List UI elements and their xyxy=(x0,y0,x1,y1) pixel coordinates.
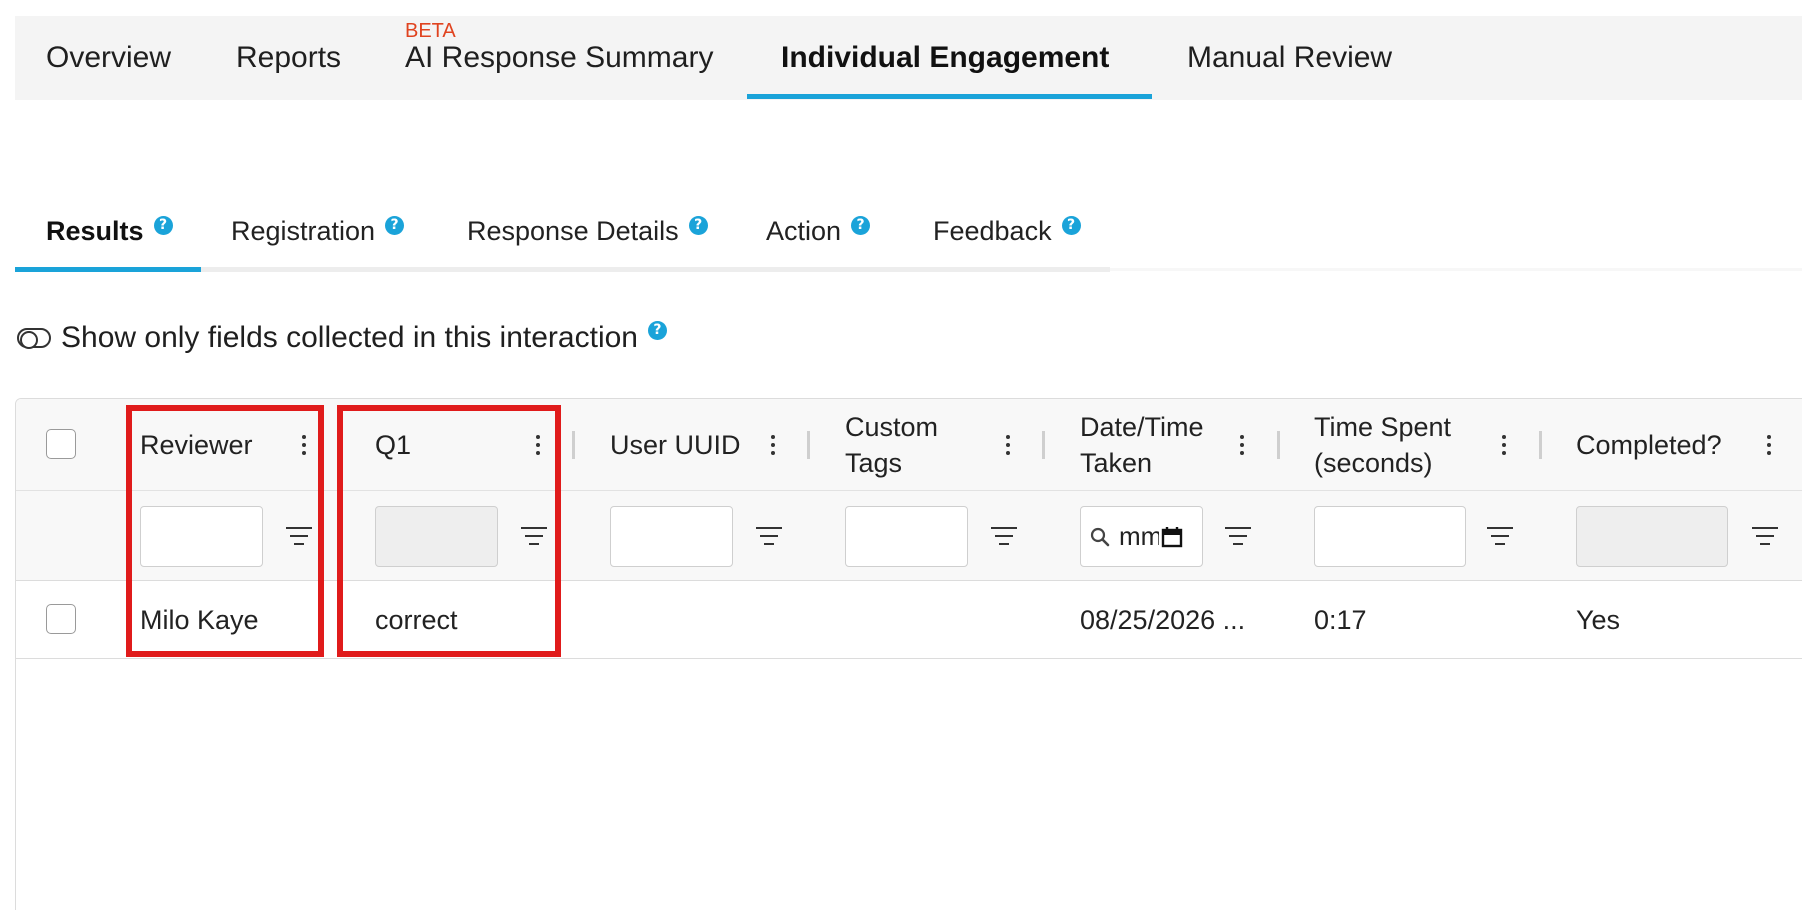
column-header-line: Taken xyxy=(1080,448,1153,478)
subtab-feedback-label: Feedback xyxy=(933,215,1052,246)
column-menu-icon[interactable] xyxy=(294,427,314,463)
top-tab-bar: Overview Reports BETA AI Response Summar… xyxy=(15,16,1802,100)
subtab-results-label: Results xyxy=(46,215,144,246)
time-spent-filter-input[interactable] xyxy=(1314,506,1466,567)
filter-icon[interactable] xyxy=(1225,527,1251,547)
tab-ai-response-summary-label: AI Response Summary xyxy=(405,41,714,74)
subtab-response-details[interactable]: Response Details ? xyxy=(467,200,708,262)
column-menu-icon[interactable] xyxy=(998,427,1018,463)
toggle-label: Show only fields collected in this inter… xyxy=(61,321,638,354)
column-header-q1[interactable]: Q1 xyxy=(375,427,411,463)
tab-overview-label: Overview xyxy=(46,41,172,74)
tab-individual-engagement-label: Individual Engagement xyxy=(781,41,1110,74)
filter-icon[interactable] xyxy=(286,527,312,547)
row-select-checkbox[interactable] xyxy=(46,604,76,634)
cell-q1: correct xyxy=(375,605,458,635)
column-header-custom-tags[interactable]: Custom Tags xyxy=(845,409,938,481)
completed-filter-input xyxy=(1576,506,1728,567)
column-resize-handle[interactable] xyxy=(1042,431,1045,459)
subtab-registration[interactable]: Registration ? xyxy=(231,200,405,262)
filter-icon[interactable] xyxy=(1752,527,1778,547)
tab-manual-review[interactable]: Manual Review xyxy=(1187,16,1392,100)
tab-reports-label: Reports xyxy=(236,41,342,74)
subtab-registration-label: Registration xyxy=(231,215,376,246)
column-header-line: Date/Time xyxy=(1080,412,1204,442)
help-icon[interactable]: ? xyxy=(647,320,667,340)
date-filter-input[interactable]: mm/dd/yyyy xyxy=(1080,506,1203,567)
column-header-user-uuid[interactable]: User UUID xyxy=(610,427,741,463)
column-header-line: Time Spent xyxy=(1314,412,1452,442)
column-menu-icon[interactable] xyxy=(528,427,548,463)
tab-reports[interactable]: Reports xyxy=(236,16,341,100)
cell-completed: Yes xyxy=(1576,605,1621,635)
help-icon[interactable]: ? xyxy=(385,215,405,235)
toggle-switch[interactable] xyxy=(17,328,51,349)
column-header-reviewer[interactable]: Reviewer xyxy=(140,427,253,463)
filter-icon[interactable] xyxy=(521,527,547,547)
cell-date-time-taken: 08/25/2026 ... xyxy=(1080,605,1246,635)
search-icon xyxy=(1090,527,1110,546)
column-header-line: Custom xyxy=(845,412,939,442)
filter-icon[interactable] xyxy=(1487,527,1513,547)
column-resize-handle[interactable] xyxy=(1539,431,1542,459)
grid-header-row: Reviewer Q1 User UUID Custom Tags Date/T… xyxy=(16,399,1802,491)
calendar-icon[interactable] xyxy=(1161,526,1183,548)
grid-filter-row: mm/dd/yyyy xyxy=(16,491,1802,581)
column-header-line: (seconds) xyxy=(1314,448,1433,478)
help-icon[interactable]: ? xyxy=(688,215,708,235)
user-uuid-filter-input[interactable] xyxy=(610,506,733,567)
column-header-line: Tags xyxy=(845,448,903,478)
active-subtab-indicator xyxy=(15,267,201,272)
subtab-action[interactable]: Action ? xyxy=(766,200,871,262)
subtab-feedback[interactable]: Feedback ? xyxy=(933,200,1081,262)
filter-icon[interactable] xyxy=(756,527,782,547)
date-filter-value: mm/dd/yyyy xyxy=(1119,521,1159,551)
results-grid: Reviewer Q1 User UUID Custom Tags Date/T… xyxy=(15,398,1802,910)
active-tab-indicator xyxy=(747,94,1152,99)
column-resize-handle[interactable] xyxy=(1277,431,1280,459)
tab-ai-response-summary[interactable]: BETA AI Response Summary xyxy=(405,16,713,100)
select-all-checkbox[interactable] xyxy=(46,429,76,459)
custom-tags-filter-input[interactable] xyxy=(845,506,968,567)
help-icon[interactable]: ? xyxy=(1061,215,1081,235)
column-header-completed[interactable]: Completed? xyxy=(1576,427,1722,463)
sub-tab-bar: Results ? Registration ? Response Detail… xyxy=(15,200,1110,272)
reviewer-filter-input[interactable] xyxy=(140,506,263,567)
table-row[interactable]: Milo Kaye correct 08/25/2026 ... 0:17 Ye… xyxy=(16,581,1802,659)
cell-time-spent: 0:17 xyxy=(1314,605,1367,635)
column-menu-icon[interactable] xyxy=(1232,427,1252,463)
column-resize-handle[interactable] xyxy=(572,431,575,459)
tab-individual-engagement[interactable]: Individual Engagement xyxy=(781,16,1109,100)
help-icon[interactable]: ? xyxy=(851,215,871,235)
subtab-results[interactable]: Results ? xyxy=(46,200,173,262)
filter-icon[interactable] xyxy=(991,527,1017,547)
column-header-date-time-taken[interactable]: Date/Time Taken xyxy=(1080,409,1204,481)
tab-overview[interactable]: Overview xyxy=(46,16,171,100)
help-icon[interactable]: ? xyxy=(153,215,173,235)
beta-badge: BETA xyxy=(405,20,456,42)
column-menu-icon[interactable] xyxy=(1494,427,1514,463)
column-header-time-spent[interactable]: Time Spent (seconds) xyxy=(1314,409,1451,481)
tab-manual-review-label: Manual Review xyxy=(1187,41,1393,74)
column-resize-handle[interactable] xyxy=(807,431,810,459)
q1-filter-input xyxy=(375,506,498,567)
cell-reviewer: Milo Kaye xyxy=(140,605,259,635)
column-menu-icon[interactable] xyxy=(1759,427,1779,463)
subtab-action-label: Action xyxy=(766,215,842,246)
column-menu-icon[interactable] xyxy=(763,427,783,463)
show-collected-fields-toggle-row: Show only fields collected in this inter… xyxy=(17,318,667,358)
subtab-response-details-label: Response Details xyxy=(467,215,679,246)
divider xyxy=(1110,268,1802,271)
